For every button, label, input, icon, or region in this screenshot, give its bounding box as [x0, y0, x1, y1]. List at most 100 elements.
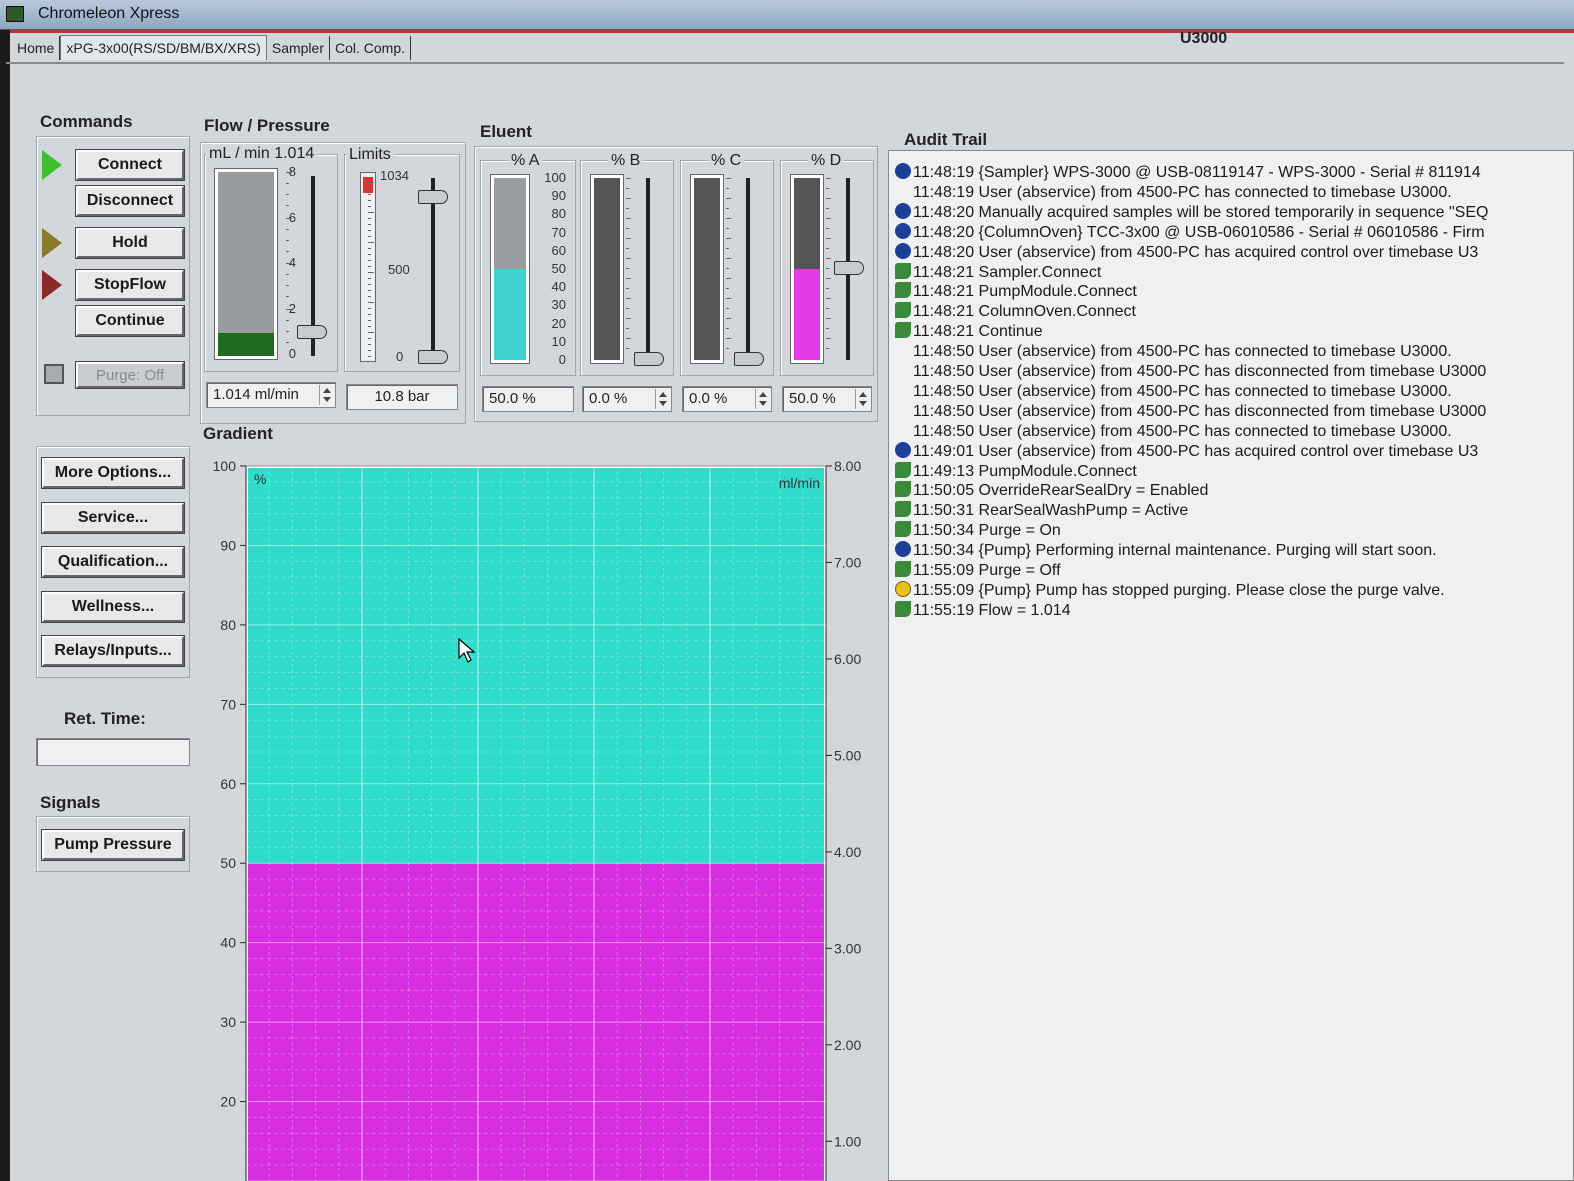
pump-pressure-button[interactable]: Pump Pressure [41, 829, 185, 861]
service-button[interactable]: Service... [41, 502, 185, 534]
eluent-spinner[interactable] [655, 389, 669, 409]
eluent-slider-handle[interactable] [734, 352, 764, 366]
audit-row-text: 11:48:21 PumpModule.Connect [913, 283, 1137, 301]
tab-pump[interactable]: xPG-3x00(RS/SD/BM/BX/XRS) [60, 35, 267, 60]
eluent-title: Eluent [480, 122, 532, 141]
purge-checkbox[interactable] [44, 364, 64, 384]
y-axis-tick-label: 80 [220, 617, 236, 633]
limit-marker-icon [363, 177, 373, 193]
eluent-tickmark [726, 238, 731, 239]
command-icon [895, 302, 911, 319]
tab-sampler[interactable]: Sampler [267, 36, 330, 60]
y2-axis-tick-label: 7.00 [834, 554, 861, 570]
eluent-tick-label: 90 [551, 188, 566, 204]
purge-button[interactable]: Purge: Off [75, 361, 185, 389]
limit-tickmark [368, 224, 371, 225]
flow-tickmark [286, 250, 289, 252]
commands-title: Commands [40, 112, 133, 131]
eluent-slider-handle[interactable] [634, 352, 664, 366]
y2-axis-tick-label: 3.00 [834, 940, 861, 956]
stopflow-button[interactable]: StopFlow [75, 269, 185, 301]
command-icon [895, 501, 911, 518]
limit-tickmark [368, 194, 371, 195]
y2-axis-tick-label: 8.00 [834, 458, 861, 474]
eluent-tickmark [626, 258, 631, 259]
tab-col-comp[interactable]: Col. Comp. [330, 36, 412, 60]
command-icon [895, 561, 911, 577]
eluent-spinner[interactable] [855, 389, 869, 409]
eluent-tickmark [726, 278, 731, 279]
qualification-button[interactable]: Qualification... [41, 546, 185, 578]
connect-button[interactable]: Connect [75, 149, 185, 181]
limit-tickmark [368, 320, 371, 321]
eluent-input[interactable]: 50.0 % [782, 386, 872, 412]
limit-tickmark [368, 308, 371, 309]
audit-row: 11:48:50 User (abservice) from 4500-PC h… [895, 342, 1452, 361]
flow-tickmark [286, 341, 289, 343]
eluent-bar-background [494, 178, 526, 269]
disconnect-button[interactable]: Disconnect [75, 185, 185, 217]
ret-time-field[interactable] [36, 738, 190, 766]
eluent-spinner[interactable] [755, 389, 769, 409]
eluent-input[interactable]: 50.0 % [482, 386, 574, 412]
limit-tickmark [368, 344, 371, 345]
audit-trail-list[interactable]: 11:48:19 {Sampler} WPS-3000 @ USB-081191… [888, 150, 1574, 1181]
y-axis-tick-label: 50 [220, 855, 236, 871]
audit-row: 11:48:50 User (abservice) from 4500-PC h… [895, 402, 1486, 421]
eluent-input[interactable]: 0.0 % [582, 386, 672, 412]
eluent-tickmark [726, 198, 731, 199]
flow-tickmark [286, 205, 289, 206]
eluent-tickmark [726, 248, 729, 249]
audit-row-text: 11:49:01 User (abservice) from 4500-PC h… [913, 442, 1479, 460]
eluent-tickmark [626, 278, 631, 279]
eluent-input-value: 0.0 % [689, 390, 728, 407]
limit-tickmark [368, 188, 371, 189]
audit-row: 11:48:20 {ColumnOven} TCC-3x00 @ USB-060… [895, 222, 1485, 242]
audit-row-text: 11:55:19 Flow = 1.014 [913, 601, 1071, 619]
more-options-button[interactable]: More Options... [41, 457, 185, 489]
y2-axis-tick-label: 6.00 [834, 651, 861, 667]
eluent-tickmark [726, 258, 731, 259]
relays-inputs-button[interactable]: Relays/Inputs... [41, 635, 185, 667]
lower-limit-handle[interactable] [418, 350, 448, 364]
eluent-bar-background [794, 178, 820, 269]
eluent-input[interactable]: 0.0 % [682, 386, 772, 412]
flow-tickmark [286, 172, 292, 173]
tab-home[interactable]: Home [12, 36, 61, 60]
limit-tickmark [368, 242, 374, 243]
continue-button[interactable]: Continue [75, 305, 185, 337]
info-icon [895, 222, 911, 239]
command-icon [895, 600, 911, 617]
audit-row: 11:48:50 User (abservice) from 4500-PC h… [895, 362, 1486, 381]
y-axis-tick-label: 20 [220, 1094, 236, 1110]
eluent-tickmark [726, 228, 729, 229]
flow-legend: mL / min 1.014 [206, 145, 318, 163]
flow-tickmark [286, 239, 289, 241]
flow-input[interactable]: 1.014 ml/min [206, 382, 336, 408]
audit-row-text: 11:48:21 ColumnOven.Connect [913, 303, 1136, 321]
upper-limit-handle[interactable] [418, 190, 448, 204]
hold-button[interactable]: Hold [75, 227, 185, 259]
eluent-bar-background [694, 178, 720, 360]
eluent-tickmark [826, 278, 831, 279]
pressure-readout: 10.8 bar [346, 384, 458, 410]
tab-bar: Home xPG-3x00(RS/SD/BM/BX/XRS) Sampler C… [12, 30, 412, 60]
flow-spinner[interactable] [319, 385, 333, 405]
limit-tickmark [368, 230, 371, 231]
audit-row-text: 11:48:50 User (abservice) from 4500-PC h… [913, 363, 1487, 380]
y-axis-tick-label: 30 [220, 1014, 236, 1030]
info-icon [895, 541, 911, 558]
eluent-tickmark [826, 338, 831, 339]
stopflow-icon [42, 270, 62, 300]
audit-row-text: 11:49:13 PumpModule.Connect [913, 462, 1137, 480]
audit-row: 11:48:20 Manually acquired samples will … [895, 202, 1489, 222]
command-icon [895, 322, 911, 339]
audit-row-text: 11:48:20 Manually acquired samples will … [913, 203, 1489, 221]
eluent-input-value: 0.0 % [589, 390, 628, 407]
eluent-tickmark [626, 188, 629, 189]
eluent-slider-handle[interactable] [834, 261, 864, 275]
wellness-button[interactable]: Wellness... [41, 591, 185, 623]
limit-tickmark [368, 200, 371, 201]
hold-icon [42, 228, 62, 258]
flow-slider-handle[interactable] [297, 325, 327, 340]
